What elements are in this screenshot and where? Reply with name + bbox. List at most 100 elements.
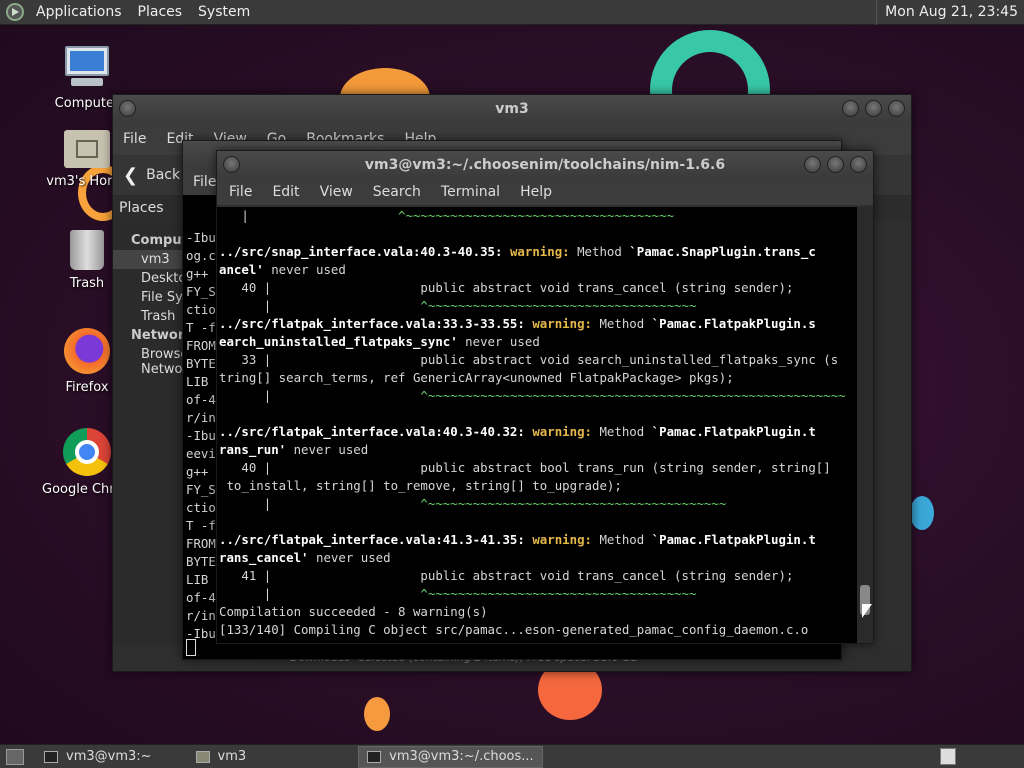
terminal-window[interactable]: vm3@vm3:~/.choosenim/toolchains/nim-1.6.…	[216, 150, 874, 644]
menu-system[interactable]: System	[190, 0, 258, 25]
terminal-text: to_install, string[] to_remove, string[]…	[219, 478, 622, 493]
terminal-text: ../src/flatpak_interface.vala:40.3-40.32…	[219, 424, 533, 439]
terminal-text: rans_run'	[219, 442, 287, 457]
terminal-line: ../src/flatpak_interface.vala:40.3-40.32…	[219, 423, 855, 441]
terminal-text: ancel'	[219, 262, 264, 277]
window-menu-button[interactable]	[223, 156, 240, 173]
back-arrow-icon[interactable]: ❮	[123, 165, 138, 186]
terminal-icon	[44, 750, 58, 763]
terminal-line: tring[] search_terms, ref GenericArray<u…	[219, 369, 855, 387]
terminal-line: ../src/snap_interface.vala:40.3-40.35: w…	[219, 243, 855, 261]
terminal-line: 33 | public abstract void search_uninsta…	[219, 351, 855, 369]
terminal-line: | ^~~~~~~~~~~~~~~~~~~~~~~~~~~~~~~~~~~~~~…	[219, 495, 855, 513]
term-menu-edit[interactable]: Edit	[262, 184, 309, 200]
file-manager-titlebar[interactable]: vm3	[113, 95, 911, 123]
mate-logo-icon[interactable]	[6, 3, 24, 21]
home-folder-icon	[64, 130, 110, 168]
clock[interactable]: Mon Aug 21, 23:45	[876, 0, 1024, 25]
terminal-text: |	[219, 586, 421, 601]
close-button[interactable]	[850, 156, 867, 173]
chrome-icon	[63, 428, 111, 476]
wallpaper-blob-small	[364, 697, 390, 731]
warning-label: warning:	[532, 424, 600, 439]
warning-label: warning:	[509, 244, 578, 259]
terminal-title: vm3@vm3:~/.choosenim/toolchains/nim-1.6.…	[364, 157, 726, 173]
terminal-text: tring[] search_terms, ref GenericArray<u…	[219, 370, 734, 385]
terminal-line: rans_run' never used	[219, 441, 855, 459]
terminal-text: Method	[599, 532, 652, 547]
term-menu-view[interactable]: View	[310, 184, 363, 200]
terminal-text: ^~~~~~~~~~~~~~~~~~~~~~~~~~~~~~~~~~~~~~~~…	[420, 388, 846, 403]
task-label: vm3@vm3:~/.choos...	[389, 749, 534, 764]
terminal-text: 40 | public abstract bool trans_run (str…	[219, 460, 831, 475]
terminal-output[interactable]: | ^~~~~~~~~~~~~~~~~~~~~~~~~~~~~~~~~~~~~.…	[217, 207, 857, 643]
terminal-text: ../src/snap_interface.vala:40.3-40.35:	[219, 244, 510, 259]
terminal-text: 41 | public abstract void trans_cancel (…	[219, 568, 794, 583]
terminal-menubar: File Edit View Search Terminal Help	[217, 179, 873, 205]
terminal-text: ^~~~~~~~~~~~~~~~~~~~~~~~~~~~~~~~~~~~~	[420, 586, 697, 601]
terminal-scrollbar[interactable]	[857, 207, 873, 643]
terminal-icon	[367, 750, 382, 763]
task-terminal-nim[interactable]: vm3@vm3:~/.choos...	[358, 745, 543, 768]
top-panel: Applications Places System Mon Aug 21, 2…	[0, 0, 1024, 25]
sidebar-item-label: Trash	[141, 309, 176, 324]
terminal-line: | ^~~~~~~~~~~~~~~~~~~~~~~~~~~~~~~~~~~~~~…	[219, 387, 855, 405]
terminal-line: | ^~~~~~~~~~~~~~~~~~~~~~~~~~~~~~~~~~~~~	[219, 207, 855, 225]
terminal-text: never used	[263, 262, 346, 277]
file-manager-title: vm3	[495, 101, 529, 117]
terminal-line: ../src/flatpak_interface.vala:41.3-41.35…	[219, 531, 855, 549]
back-button-label[interactable]: Back	[146, 167, 180, 183]
bottom-taskbar: vm3@vm3:~ vm3 vm3@vm3:~/.choos...	[0, 744, 1024, 768]
terminal-text: [133/140] Compiling C object src/pamac..…	[219, 622, 809, 637]
terminal-text: ^~~~~~~~~~~~~~~~~~~~~~~~~~~~~~~~~~~~~~~~…	[420, 496, 727, 511]
behind-terminal-cursor	[186, 639, 196, 656]
terminal-text: `Pamac.FlatpakPlugin.t	[651, 532, 816, 547]
folder-icon	[195, 750, 210, 763]
term-menu-help[interactable]: Help	[510, 184, 562, 200]
term-menu-file[interactable]: File	[219, 184, 262, 200]
terminal-line: ancel' never used	[219, 261, 855, 279]
terminal-text: Method	[577, 244, 630, 259]
terminal-text: ../src/flatpak_interface.vala:33.3-33.55…	[219, 316, 533, 331]
maximize-button[interactable]	[827, 156, 844, 173]
menu-applications[interactable]: Applications	[28, 0, 130, 25]
terminal-text: `Pamac.SnapPlugin.trans_c	[629, 244, 816, 259]
minimize-button[interactable]	[804, 156, 821, 173]
close-button[interactable]	[888, 100, 905, 117]
fm-menu-file[interactable]: File	[113, 131, 156, 147]
terminal-line: | ^~~~~~~~~~~~~~~~~~~~~~~~~~~~~~~~~~~~~	[219, 585, 855, 603]
terminal-line: | ^~~~~~~~~~~~~~~~~~~~~~~~~~~~~~~~~~~~~	[219, 297, 855, 315]
workspace-switcher-icon[interactable]	[940, 748, 956, 765]
terminal-line: 40 | public abstract void trans_cancel (…	[219, 279, 855, 297]
terminal-text: never used	[286, 442, 369, 457]
trash-icon	[70, 230, 104, 270]
terminal-line: [133/140] Compiling C object src/pamac..…	[219, 621, 855, 639]
terminal-text: rans_cancel'	[219, 550, 309, 565]
task-label: vm3	[217, 749, 247, 764]
term-menu-search[interactable]: Search	[363, 184, 431, 200]
window-menu-button[interactable]	[119, 100, 136, 117]
wallpaper-blob-blue	[910, 496, 934, 530]
terminal-line: to_install, string[] to_remove, string[]…	[219, 477, 855, 495]
terminal-text: 33 | public abstract void search_uninsta…	[219, 352, 839, 367]
term-menu-terminal[interactable]: Terminal	[431, 184, 510, 200]
maximize-button[interactable]	[865, 100, 882, 117]
terminal-text: earch_uninstalled_flatpaks_sync'	[219, 334, 458, 349]
sidebar-item-label: vm3	[141, 252, 170, 267]
terminal-text: `Pamac.FlatpakPlugin.s	[651, 316, 816, 331]
show-desktop-icon[interactable]	[6, 748, 24, 765]
menu-places[interactable]: Places	[130, 0, 191, 25]
minimize-button[interactable]	[842, 100, 859, 117]
places-selector[interactable]: Places	[119, 200, 189, 216]
terminal-text: ^~~~~~~~~~~~~~~~~~~~~~~~~~~~~~~~~~~~~	[398, 208, 675, 223]
task-label: vm3@vm3:~	[66, 749, 152, 764]
warning-label: warning:	[532, 316, 600, 331]
terminal-titlebar[interactable]: vm3@vm3:~/.choosenim/toolchains/nim-1.6.…	[217, 151, 873, 179]
top-menu: Applications Places System	[0, 0, 258, 24]
task-terminal-home[interactable]: vm3@vm3:~	[36, 746, 160, 768]
task-file-manager[interactable]: vm3	[188, 746, 255, 768]
computer-icon	[63, 46, 111, 90]
